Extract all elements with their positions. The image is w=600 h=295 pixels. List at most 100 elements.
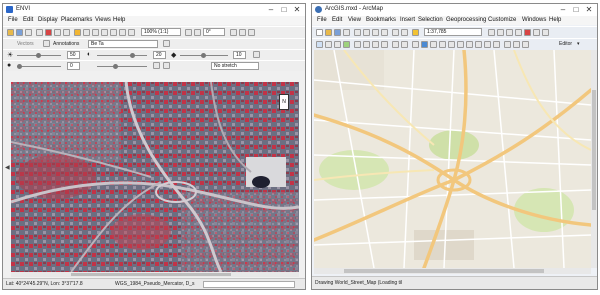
- fixed-zoom-out-icon[interactable]: [101, 29, 108, 36]
- identify-icon[interactable]: [421, 41, 428, 48]
- rotate-icon[interactable]: [63, 29, 70, 36]
- portal-icon[interactable]: [239, 29, 246, 36]
- crosshair-icon[interactable]: [119, 29, 126, 36]
- brightness-value[interactable]: 50: [67, 51, 80, 59]
- georeference-icon[interactable]: [522, 41, 529, 48]
- reset-icon[interactable]: [163, 62, 170, 69]
- arcmap-menu-file[interactable]: File: [317, 17, 327, 23]
- zoom-in-map-icon[interactable]: [316, 41, 323, 48]
- stretch-select[interactable]: No stretch: [211, 62, 259, 70]
- fixed-zoom-in-map-icon[interactable]: [354, 41, 361, 48]
- search-icon[interactable]: [515, 29, 522, 36]
- grid-icon[interactable]: [248, 29, 255, 36]
- opacity-slider[interactable]: [97, 66, 147, 67]
- pan-icon[interactable]: [54, 29, 61, 36]
- full-extent-icon[interactable]: [110, 29, 117, 36]
- scale-field[interactable]: 1:37,785: [424, 28, 482, 36]
- vectors-button[interactable]: Vectors: [17, 41, 34, 47]
- stretch-icon[interactable]: [253, 51, 260, 58]
- zoom-level-field[interactable]: 100% (1:1): [141, 28, 181, 36]
- envi-menu-help[interactable]: Help: [113, 17, 125, 23]
- clear-selection-icon[interactable]: [401, 41, 408, 48]
- contrast-slider[interactable]: [97, 55, 147, 56]
- layer-select[interactable]: Be Ta: [88, 40, 158, 48]
- full-extent-map-icon[interactable]: [343, 41, 350, 48]
- contrast-slider-handle[interactable]: [130, 53, 135, 58]
- arcmap-menu-selection[interactable]: Selection: [418, 17, 443, 23]
- view-icon[interactable]: [230, 29, 237, 36]
- transparency-value[interactable]: 0: [67, 62, 80, 70]
- create-viewer-icon[interactable]: [475, 41, 482, 48]
- stretch-type-icon[interactable]: [163, 40, 170, 47]
- contrast-value[interactable]: 20: [153, 51, 166, 59]
- panel-collapse-icon[interactable]: ◀: [5, 164, 10, 174]
- arcmap-menu-geoprocessing[interactable]: Geoprocessing: [446, 17, 486, 23]
- measure-icon[interactable]: [439, 41, 446, 48]
- select-features-icon[interactable]: [392, 41, 399, 48]
- zoom-out-map-icon[interactable]: [325, 41, 332, 48]
- arcmap-vscroll-thumb[interactable]: [592, 90, 596, 210]
- open-icon[interactable]: [7, 29, 14, 36]
- envi-scroll-thumb[interactable]: [71, 273, 231, 276]
- find-icon[interactable]: [430, 41, 437, 48]
- arcmap-horizontal-scrollbar[interactable]: [314, 268, 591, 274]
- cursor-icon[interactable]: [36, 29, 43, 36]
- envi-image-view[interactable]: N: [11, 82, 299, 272]
- arcmap-map-view[interactable]: [314, 50, 591, 268]
- print-map-icon[interactable]: [343, 29, 350, 36]
- model-builder-icon[interactable]: [542, 29, 549, 36]
- histogram-icon[interactable]: [153, 62, 160, 69]
- fixed-zoom-in-icon[interactable]: [92, 29, 99, 36]
- envi-horizontal-scrollbar[interactable]: [11, 272, 299, 277]
- hyperlink-icon[interactable]: [448, 41, 455, 48]
- layer-icon[interactable]: [128, 29, 135, 36]
- arcmap-menu-help[interactable]: Help: [549, 17, 561, 23]
- go-to-xy-icon[interactable]: [484, 41, 491, 48]
- add-data-icon[interactable]: [412, 29, 419, 36]
- arcmap-vertical-scrollbar[interactable]: [591, 50, 597, 268]
- forward-extent-icon[interactable]: [381, 41, 388, 48]
- sharpen-value[interactable]: 10: [233, 51, 246, 59]
- draw-icon[interactable]: [493, 41, 500, 48]
- print-icon[interactable]: [25, 29, 32, 36]
- arcmap-maximize-button[interactable]: □: [570, 5, 582, 15]
- transparency-slider[interactable]: [17, 66, 61, 67]
- brightness-slider-handle[interactable]: [36, 53, 41, 58]
- arcmap-menu-view[interactable]: View: [348, 17, 361, 23]
- arcmap-hscroll-thumb[interactable]: [344, 269, 544, 273]
- annotations-button[interactable]: Annotations: [53, 41, 79, 47]
- arcmap-menu-edit[interactable]: Edit: [332, 17, 342, 23]
- copy-icon[interactable]: [363, 29, 370, 36]
- envi-menu-views[interactable]: Views: [95, 17, 111, 23]
- back-extent-icon[interactable]: [372, 41, 379, 48]
- envi-menu-display[interactable]: Display: [38, 17, 58, 23]
- annotation-icon[interactable]: [43, 40, 50, 47]
- python-icon[interactable]: [533, 29, 540, 36]
- redo-icon[interactable]: [401, 29, 408, 36]
- maximize-button[interactable]: □: [278, 5, 290, 15]
- envi-menu-file[interactable]: File: [8, 17, 18, 23]
- opacity-slider-handle[interactable]: [113, 64, 118, 69]
- arcmap-minimize-button[interactable]: –: [557, 5, 569, 15]
- minimize-button[interactable]: –: [265, 5, 277, 15]
- arcmap-menu-windows[interactable]: Windows: [522, 17, 546, 23]
- arcmap-menu-customize[interactable]: Customize: [488, 17, 516, 23]
- rotate-left-icon[interactable]: [185, 29, 192, 36]
- rotation-field[interactable]: 0°: [203, 28, 225, 36]
- sharpen-slider-handle[interactable]: [201, 53, 206, 58]
- cut-icon[interactable]: [354, 29, 361, 36]
- open-map-icon[interactable]: [325, 29, 332, 36]
- fixed-zoom-out-map-icon[interactable]: [363, 41, 370, 48]
- zoom-out-icon[interactable]: [83, 29, 90, 36]
- table-view-icon[interactable]: [504, 41, 511, 48]
- save-icon[interactable]: [16, 29, 23, 36]
- catalog-icon[interactable]: [506, 29, 513, 36]
- pan-map-icon[interactable]: [334, 41, 341, 48]
- arcmap-close-button[interactable]: ✕: [583, 5, 595, 15]
- close-button[interactable]: ✕: [291, 5, 303, 15]
- arcmap-menu-bookmarks[interactable]: Bookmarks: [366, 17, 396, 23]
- new-map-icon[interactable]: [316, 29, 323, 36]
- arctoolbox-icon[interactable]: [524, 29, 531, 36]
- paste-icon[interactable]: [372, 29, 379, 36]
- time-slider-icon[interactable]: [466, 41, 473, 48]
